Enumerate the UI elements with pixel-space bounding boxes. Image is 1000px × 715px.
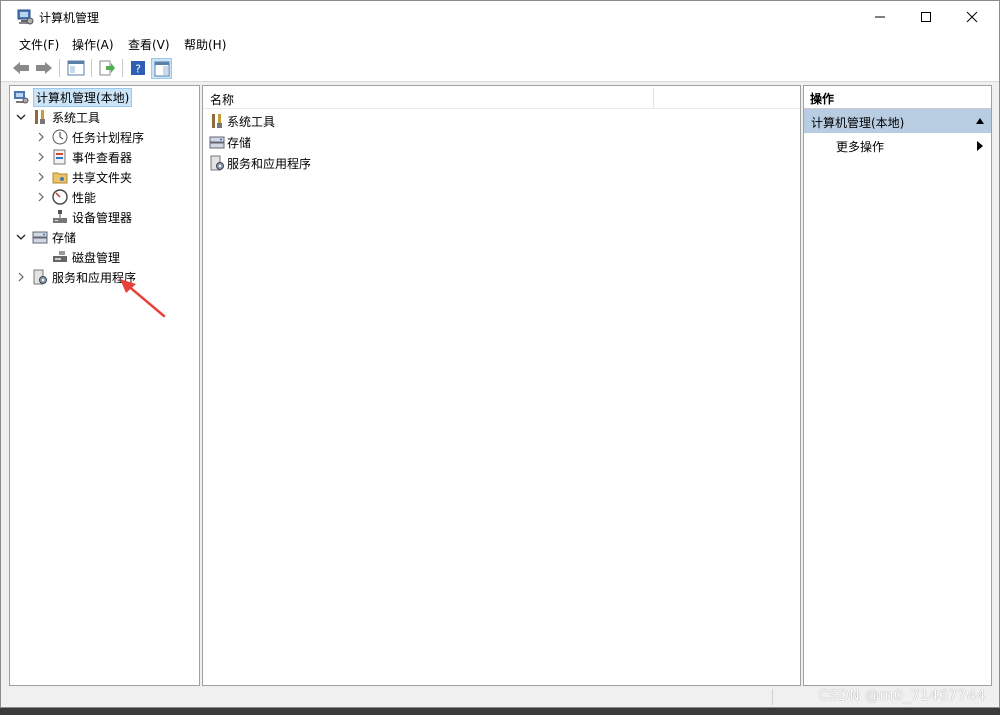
menu-file[interactable]: 文件(F) (19, 36, 59, 53)
services-icon (209, 155, 225, 171)
red-annotation-arrow-icon (120, 279, 166, 318)
tree-item-system-tools[interactable]: 系统工具 (14, 107, 100, 127)
back-arrow-icon (13, 62, 29, 74)
shared-folder-icon (52, 169, 68, 185)
tree-label: 性能 (72, 190, 97, 205)
collapse-up-icon[interactable] (975, 117, 985, 125)
export-list-button[interactable] (97, 58, 117, 78)
list-item-system-tools[interactable]: 系统工具 (209, 111, 275, 131)
status-separator (772, 689, 773, 705)
action-section-label: 计算机管理(本地) (811, 116, 905, 130)
chevron-down-icon[interactable] (14, 230, 28, 244)
tree-item-shared-folders[interactable]: 共享文件夹 (34, 167, 132, 187)
menu-bar: 文件(F) 操作(A) 查看(V) 帮助(H) (1, 33, 999, 55)
help-button[interactable]: ? (128, 58, 148, 78)
csdn-watermark: CSDN @m0_71467744 (818, 688, 986, 704)
services-icon (32, 269, 48, 285)
toolbar-separator (122, 59, 123, 77)
action-section-computer-management[interactable]: 计算机管理(本地) (804, 109, 991, 133)
tree-label: 共享文件夹 (72, 170, 133, 185)
action-pane-header: 操作 (804, 86, 991, 109)
console-tree-icon (67, 60, 85, 76)
chevron-right-icon[interactable] (34, 190, 48, 204)
tree-item-computer-management-local[interactable]: 计算机管理(本地) (13, 87, 133, 107)
forward-arrow-icon (36, 62, 52, 74)
close-button[interactable] (949, 1, 995, 33)
list-header: 名称 (203, 86, 800, 109)
storage-icon (32, 229, 48, 245)
list-item-label: 存储 (227, 135, 252, 150)
title-bar: 计算机管理 (1, 1, 999, 33)
svg-text:?: ? (135, 63, 141, 76)
action-pane: 操作 计算机管理(本地) 更多操作 (803, 85, 992, 686)
tree-item-device-manager[interactable]: 设备管理器 (34, 207, 132, 227)
tree-item-storage[interactable]: 存储 (14, 227, 76, 247)
menu-help[interactable]: 帮助(H) (184, 36, 226, 53)
console-tree-pane: 计算机管理(本地) 系统工具 任务计划程序 事件查看器 共享文件夹 性能 设备管… (9, 85, 200, 686)
maximize-button[interactable] (903, 1, 949, 33)
tree-label: 系统工具 (52, 110, 101, 125)
submenu-arrow-icon (977, 141, 983, 151)
tree-label: 存储 (52, 230, 77, 245)
tools-icon (32, 109, 48, 125)
computer-management-window: 计算机管理 文件(F) 操作(A) 查看(V) 帮助(H) ? 计算机管理(本地… (0, 0, 1000, 708)
show-hide-console-tree-button[interactable] (66, 58, 86, 78)
column-header-name[interactable]: 名称 (210, 91, 234, 108)
minimize-icon (875, 16, 885, 18)
toolbar: ? (1, 55, 999, 82)
tree-label: 任务计划程序 (72, 130, 145, 145)
tree-item-performance[interactable]: 性能 (34, 187, 96, 207)
maximize-icon (921, 12, 931, 22)
performance-icon (52, 189, 68, 205)
tree-item-task-scheduler[interactable]: 任务计划程序 (34, 127, 144, 147)
chevron-right-icon[interactable] (34, 170, 48, 184)
list-item-storage[interactable]: 存储 (209, 132, 251, 152)
chevron-right-icon[interactable] (14, 270, 28, 284)
close-icon (966, 11, 978, 23)
list-item-label: 服务和应用程序 (227, 156, 312, 171)
toolbar-separator (91, 59, 92, 77)
help-icon: ? (131, 61, 145, 76)
action-pane-icon (154, 61, 169, 76)
results-list-pane: 名称 系统工具 存储 服务和应用程序 (202, 85, 801, 686)
tree-label: 事件查看器 (72, 150, 133, 165)
tools-icon (209, 113, 225, 129)
forward-button[interactable] (34, 58, 54, 78)
menu-view[interactable]: 查看(V) (128, 36, 170, 53)
export-icon (99, 60, 115, 76)
show-hide-action-pane-button[interactable] (151, 58, 172, 79)
device-manager-icon (52, 209, 68, 225)
column-divider[interactable] (653, 88, 654, 108)
toolbar-separator (59, 59, 60, 77)
computer-management-icon (13, 89, 29, 105)
list-item-services-and-applications[interactable]: 服务和应用程序 (209, 153, 311, 173)
more-actions-item[interactable]: 更多操作 (836, 138, 884, 155)
tree-label: 计算机管理(本地) (33, 87, 133, 107)
storage-icon (209, 134, 225, 150)
clock-icon (52, 129, 68, 145)
action-pane-title: 操作 (810, 92, 835, 106)
menu-action[interactable]: 操作(A) (72, 36, 114, 53)
back-button[interactable] (11, 58, 31, 78)
chevron-down-icon[interactable] (14, 110, 28, 124)
disk-management-icon (52, 249, 68, 265)
tree-label: 设备管理器 (72, 210, 133, 225)
window-title: 计算机管理 (39, 11, 100, 25)
tree-label: 磁盘管理 (72, 250, 121, 265)
chevron-right-icon[interactable] (34, 130, 48, 144)
minimize-button[interactable] (857, 1, 903, 33)
event-viewer-icon (52, 149, 68, 165)
chevron-right-icon[interactable] (34, 150, 48, 164)
computer-management-icon (16, 8, 34, 26)
tree-item-disk-management[interactable]: 磁盘管理 (34, 247, 120, 267)
tree-item-event-viewer[interactable]: 事件查看器 (34, 147, 132, 167)
list-item-label: 系统工具 (227, 114, 276, 129)
